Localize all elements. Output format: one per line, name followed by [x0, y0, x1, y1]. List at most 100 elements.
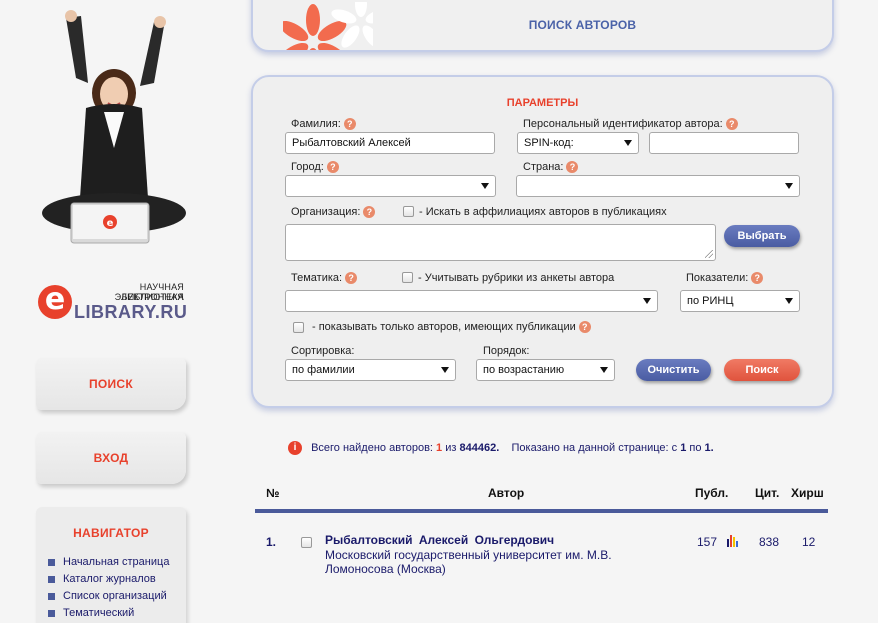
logo-brand: LIBRARY.RU — [74, 302, 188, 322]
column-header-author[interactable]: Автор — [488, 486, 524, 500]
row-select-checkbox[interactable] — [301, 537, 312, 548]
indicators-label: Показатели:? — [686, 272, 764, 285]
select-organization-button[interactable]: Выбрать — [724, 225, 800, 247]
chevron-down-icon — [643, 298, 651, 304]
found-count: 1 — [436, 441, 443, 454]
affiliation-checkbox-label: - Искать в аффилиациях авторов в публика… — [419, 206, 667, 218]
parameters-title: ПАРАМЕТРЫ — [506, 97, 579, 109]
chevron-down-icon — [600, 367, 608, 373]
city-label: Город:? — [291, 161, 339, 174]
search-button[interactable]: Поиск — [724, 359, 800, 381]
surname-label: Фамилия:? — [291, 118, 356, 131]
chevron-down-icon — [624, 140, 632, 146]
bar-chart-icon[interactable] — [727, 533, 739, 547]
topic-label-text: Тематика: — [291, 272, 343, 284]
order-label: Порядок: — [483, 345, 530, 357]
navigator-title: НАВИГАТОР — [73, 526, 149, 540]
shown-prefix: Показано на данной странице: с — [511, 441, 678, 454]
chevron-down-icon — [481, 183, 489, 189]
topic-help-icon[interactable]: ? — [345, 272, 358, 285]
found-total: 844462. — [459, 441, 500, 454]
country-label-text: Страна: — [523, 161, 564, 173]
order-select-value: по возрастанию — [483, 364, 565, 376]
author-id-input[interactable] — [649, 132, 799, 154]
sort-select-value: по фамилии — [292, 364, 355, 376]
navigator-list: Начальная страница Каталог журналов Спис… — [48, 554, 186, 623]
topic-label: Тематика:? — [291, 272, 358, 285]
country-label: Страна:? — [523, 161, 579, 174]
indicators-select-value: по РИНЦ — [687, 295, 734, 307]
sort-label: Сортировка: — [291, 345, 355, 357]
column-header-citations[interactable]: Цит. — [755, 486, 779, 500]
nav-item-rubricator[interactable]: Тематический рубрикатор — [48, 605, 186, 623]
search-parameters-panel: ПАРАМЕТРЫ Фамилия:? Персональный идентиф… — [251, 75, 834, 408]
logo-line-2: БИБЛИОТЕКА — [121, 292, 184, 302]
organization-help-icon[interactable]: ? — [363, 206, 376, 219]
nav-item-journals[interactable]: Каталог журналов — [48, 571, 186, 588]
citations-count-link[interactable]: 838 — [759, 535, 779, 549]
indicators-label-text: Показатели: — [686, 272, 749, 284]
only-with-publications-label-text: - показывать только авторов, имеющих пуб… — [312, 321, 576, 333]
organization-label-text: Организация: — [291, 206, 361, 218]
svg-text:e: e — [107, 218, 114, 229]
shown-to-word: по — [689, 441, 702, 454]
shown-from: 1 — [680, 441, 687, 454]
chevron-down-icon — [785, 183, 793, 189]
nav-item-home[interactable]: Начальная страница — [48, 554, 186, 571]
surname-input[interactable]: Рыбалтовский Алексей — [285, 132, 495, 154]
author-id-label-text: Персональный идентификатор автора: — [523, 118, 723, 130]
sidebar-search-button[interactable]: ПОИСК — [36, 358, 186, 410]
elibrary-logo[interactable]: e НАУЧНАЯ ЭЛЕКТРОННАЯ БИБЛИОТЕКА LIBRARY… — [36, 280, 196, 330]
only-with-publications-checkbox[interactable] — [293, 322, 304, 333]
only-with-publications-label: - показывать только авторов, имеющих пуб… — [312, 321, 591, 334]
order-select[interactable]: по возрастанию — [476, 359, 615, 381]
table-header-divider — [255, 509, 828, 513]
chevron-down-icon — [441, 367, 449, 373]
chevron-down-icon — [785, 298, 793, 304]
only-with-publications-help-icon[interactable]: ? — [578, 321, 591, 334]
country-help-icon[interactable]: ? — [566, 161, 579, 174]
indicators-select[interactable]: по РИНЦ — [680, 290, 800, 312]
column-header-hirsch[interactable]: Хирш — [791, 486, 824, 500]
column-header-publications[interactable]: Публ. — [695, 486, 728, 500]
navigator-panel: НАВИГАТОР Начальная страница Каталог жур… — [36, 507, 186, 623]
found-prefix: Всего найдено авторов: — [311, 441, 433, 454]
clear-button[interactable]: Очистить — [636, 359, 711, 381]
sidebar-login-button[interactable]: ВХОД — [36, 432, 186, 484]
city-select[interactable] — [285, 175, 496, 197]
organization-textarea[interactable] — [285, 224, 716, 261]
city-help-icon[interactable]: ? — [326, 161, 339, 174]
affiliation-checkbox[interactable] — [403, 206, 414, 217]
author-id-label: Персональный идентификатор автора:? — [523, 118, 738, 131]
shown-to: 1. — [704, 441, 714, 454]
page-title: ПОИСК АВТОРОВ — [528, 18, 637, 32]
indicators-help-icon[interactable]: ? — [751, 272, 764, 285]
author-name-link[interactable]: Рыбалтовский Алексей Ольгердович — [325, 533, 554, 547]
author-id-help-icon[interactable]: ? — [725, 118, 738, 131]
sidebar: e e НАУЧНАЯ ЭЛЕКТРОННАЯ БИБЛИОТЕКА LIBRA… — [0, 0, 230, 623]
city-label-text: Город: — [291, 161, 324, 173]
author-id-type-value: SPIN-код: — [524, 137, 574, 149]
nav-item-organizations[interactable]: Список организаций — [48, 588, 186, 605]
results-summary: i Всего найдено авторов: 1 из 844462. По… — [288, 441, 714, 455]
column-header-num[interactable]: № — [266, 486, 279, 500]
info-icon: i — [288, 441, 302, 455]
topic-rubrics-checkbox[interactable] — [402, 272, 413, 283]
publications-count-link[interactable]: 157 — [697, 535, 717, 549]
resize-handle-icon[interactable] — [705, 250, 713, 258]
sort-select[interactable]: по фамилии — [285, 359, 456, 381]
organization-label: Организация:? — [291, 206, 376, 219]
country-select[interactable] — [516, 175, 800, 197]
author-id-type-select[interactable]: SPIN-код: — [517, 132, 639, 154]
topic-rubrics-checkbox-label: - Учитывать рубрики из анкеты автора — [418, 272, 615, 284]
hero-illustration: e — [42, 10, 186, 244]
surname-label-text: Фамилия: — [291, 118, 341, 130]
found-of: из — [445, 441, 457, 454]
surname-help-icon[interactable]: ? — [343, 118, 356, 131]
logo-e-letter: e — [38, 285, 72, 319]
row-number: 1. — [266, 535, 277, 549]
topic-select[interactable] — [285, 290, 658, 312]
page-header-panel: ПОИСК АВТОРОВ — [251, 0, 834, 52]
author-organization: Московский государственный университет и… — [325, 548, 612, 576]
hirsch-index: 12 — [802, 535, 816, 549]
